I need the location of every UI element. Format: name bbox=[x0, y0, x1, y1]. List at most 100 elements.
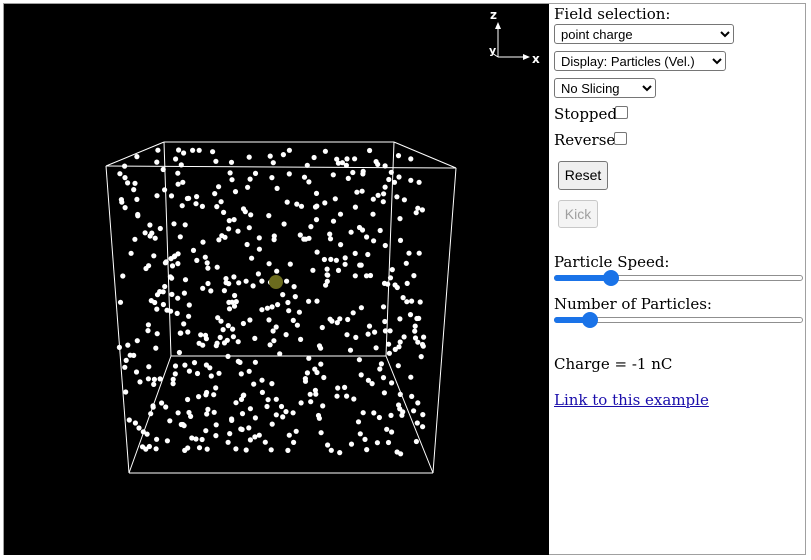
particle bbox=[137, 379, 143, 385]
particle bbox=[374, 440, 380, 446]
particle bbox=[314, 298, 320, 304]
particle bbox=[227, 170, 233, 176]
particle bbox=[415, 400, 421, 406]
particle bbox=[175, 170, 181, 176]
particle bbox=[385, 439, 392, 446]
particle bbox=[375, 192, 381, 198]
particle bbox=[177, 330, 183, 336]
particle bbox=[125, 342, 131, 348]
particle bbox=[139, 444, 146, 450]
particle bbox=[252, 335, 258, 341]
particle bbox=[333, 257, 339, 263]
x-axis-label: x bbox=[532, 52, 540, 66]
particle bbox=[403, 260, 409, 266]
particle bbox=[235, 228, 241, 234]
slider-thumb[interactable] bbox=[602, 270, 619, 286]
particle bbox=[247, 437, 253, 443]
particle bbox=[286, 432, 292, 438]
particle bbox=[225, 323, 231, 329]
particle bbox=[154, 331, 160, 337]
particle bbox=[396, 174, 402, 180]
particle bbox=[350, 310, 356, 316]
particle bbox=[298, 336, 304, 342]
particle bbox=[270, 328, 276, 334]
particle bbox=[313, 190, 320, 196]
particle bbox=[249, 255, 255, 261]
particle bbox=[373, 345, 379, 351]
particle bbox=[235, 339, 241, 345]
particle bbox=[406, 250, 412, 256]
particle bbox=[359, 188, 365, 194]
particle bbox=[297, 232, 303, 238]
particle bbox=[380, 304, 387, 310]
particle bbox=[205, 280, 211, 287]
particle bbox=[162, 260, 168, 266]
particle bbox=[262, 439, 268, 445]
particle bbox=[389, 267, 395, 273]
slicing-select[interactable]: No Slicing bbox=[554, 78, 656, 98]
particle bbox=[150, 404, 156, 410]
slider-thumb[interactable] bbox=[581, 312, 598, 328]
particle bbox=[252, 359, 258, 365]
particle bbox=[369, 381, 375, 387]
particle bbox=[252, 415, 258, 421]
particle bbox=[411, 408, 417, 414]
particle bbox=[194, 257, 200, 263]
particle bbox=[404, 299, 410, 305]
number-of-particles-slider[interactable] bbox=[554, 312, 803, 328]
particle bbox=[312, 366, 318, 372]
particle bbox=[151, 381, 157, 387]
particle bbox=[180, 421, 186, 428]
particle bbox=[210, 149, 216, 155]
example-link[interactable]: Link to this example bbox=[554, 391, 709, 409]
particle bbox=[270, 160, 276, 166]
particle bbox=[396, 344, 402, 350]
particle bbox=[362, 436, 368, 442]
scene-canvas[interactable]: z y x bbox=[4, 4, 549, 555]
particle bbox=[360, 410, 366, 416]
particle bbox=[420, 412, 426, 418]
particle bbox=[175, 295, 181, 301]
particle bbox=[419, 341, 426, 348]
particle bbox=[351, 396, 357, 402]
field-select[interactable]: point charge bbox=[554, 24, 734, 44]
particle bbox=[214, 264, 220, 270]
box-edge bbox=[432, 167, 457, 474]
particle bbox=[255, 271, 261, 277]
particle bbox=[397, 391, 403, 397]
display-mode-select[interactable]: Display: Particles (Vel.) bbox=[554, 51, 726, 71]
box-edge bbox=[393, 141, 457, 169]
3d-viewport[interactable]: z y x bbox=[4, 4, 549, 555]
particle bbox=[256, 235, 262, 241]
particle bbox=[308, 224, 314, 230]
particle bbox=[251, 381, 257, 387]
particle bbox=[218, 199, 224, 205]
particle bbox=[382, 163, 388, 169]
stopped-checkbox[interactable] bbox=[615, 106, 628, 119]
particle bbox=[319, 324, 325, 331]
particle bbox=[182, 362, 188, 368]
particle bbox=[145, 328, 151, 334]
particle bbox=[394, 194, 400, 200]
particle bbox=[154, 292, 161, 298]
particle bbox=[128, 250, 134, 256]
particle bbox=[204, 411, 210, 417]
particle bbox=[286, 147, 292, 153]
particle bbox=[397, 316, 403, 322]
particle bbox=[163, 404, 169, 410]
particle bbox=[196, 394, 202, 400]
particle bbox=[399, 412, 405, 418]
particle bbox=[135, 211, 141, 218]
particle bbox=[132, 420, 138, 426]
particle bbox=[248, 212, 254, 218]
particle bbox=[371, 410, 377, 416]
particle bbox=[225, 353, 231, 359]
particle bbox=[177, 234, 183, 240]
reset-button[interactable]: Reset bbox=[558, 161, 608, 190]
kick-button[interactable]: Kick bbox=[558, 200, 598, 228]
particle bbox=[357, 431, 363, 437]
particle bbox=[344, 156, 350, 162]
reverse-checkbox[interactable] bbox=[614, 132, 627, 145]
particle bbox=[335, 385, 341, 391]
particle-speed-slider[interactable] bbox=[554, 270, 803, 286]
